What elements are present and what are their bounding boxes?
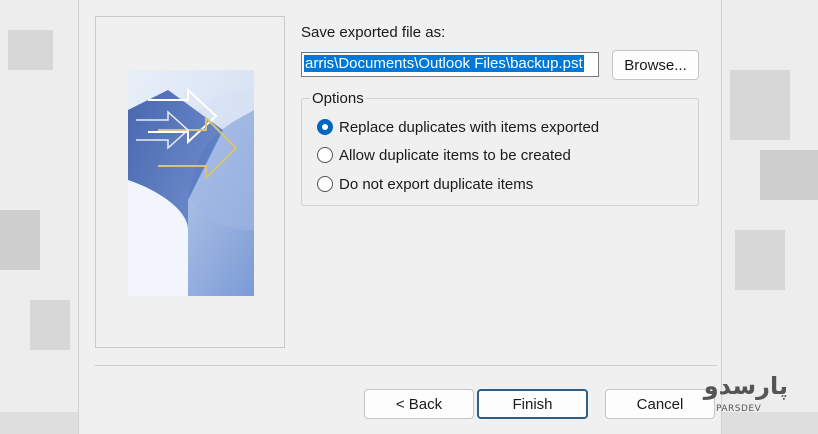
radio-label: Allow duplicate items to be created [339,146,571,164]
footer-divider [95,365,717,366]
save-as-label: Save exported file as: [301,24,446,41]
browse-button[interactable]: Browse... [612,50,699,80]
radio-allow-duplicates[interactable]: Allow duplicate items to be created [317,145,571,165]
radio-button[interactable] [317,176,333,192]
radio-button[interactable] [317,147,333,163]
radio-replace-duplicates[interactable]: Replace duplicates with items exported [317,117,599,137]
radio-label: Replace duplicates with items exported [339,118,600,136]
parsdev-watermark: پارسدو PARSDEV [700,372,800,418]
options-group: Options Replace duplicates with items ex… [301,90,699,206]
back-button[interactable]: < Back [364,389,474,419]
export-wizard-dialog: Save exported file as: arris\Documents\O… [78,0,722,434]
options-title: Options [310,90,366,107]
wizard-image-panel [95,16,285,348]
file-path-value: arris\Documents\Outlook Files\backup.pst [304,55,584,72]
watermark-latin-text: PARSDEV [716,404,762,414]
radio-label: Do not export duplicate items [339,175,534,193]
file-path-input[interactable]: arris\Documents\Outlook Files\backup.pst [301,52,599,77]
cancel-button[interactable]: Cancel [605,389,715,419]
watermark-farsi-text: پارسدو [703,372,788,400]
finish-button[interactable]: Finish [477,389,588,419]
radio-button-selected[interactable] [317,119,333,135]
radio-do-not-export-duplicates[interactable]: Do not export duplicate items [317,174,533,194]
wizard-illustration [128,70,254,296]
